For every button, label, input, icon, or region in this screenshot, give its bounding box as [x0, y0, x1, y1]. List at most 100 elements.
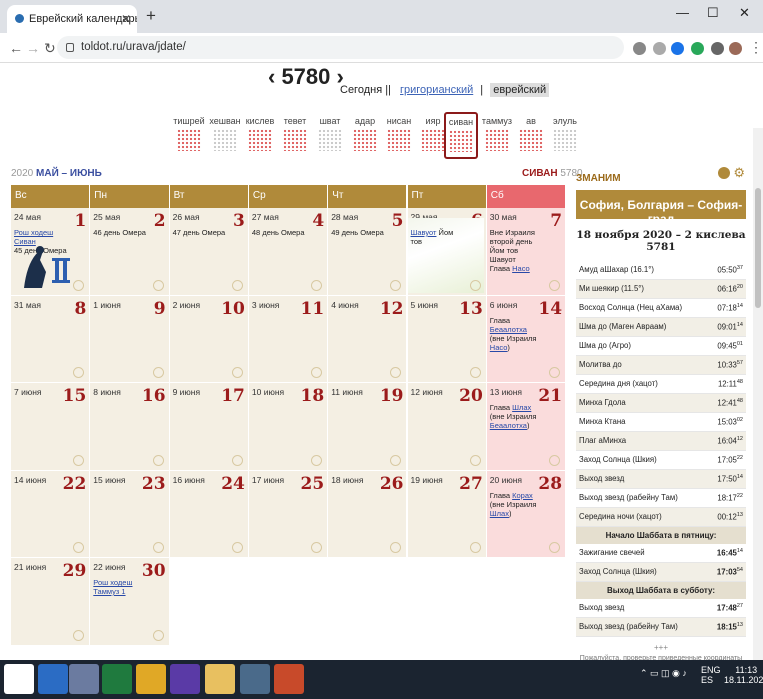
day-cell[interactable]: 4 июня 12 [328, 295, 408, 383]
month-tammuz[interactable]: таммуз [480, 116, 514, 151]
day-cell[interactable]: 25 мая 2 46 день Омера [90, 208, 170, 296]
clock-icon[interactable] [152, 629, 164, 641]
clock-icon[interactable] [311, 367, 323, 378]
month-nisan[interactable]: нисан [382, 116, 416, 151]
settings-app-icon[interactable] [170, 664, 200, 694]
month-av[interactable]: ав [514, 116, 548, 151]
clock[interactable]: 11:1318.11.2020 [724, 665, 763, 685]
translate-icon[interactable] [633, 42, 646, 55]
day-cell[interactable]: 15 июня 23 [90, 470, 170, 558]
tracking-icon[interactable] [653, 42, 666, 55]
year-nav[interactable]: ‹ 5780 › [268, 64, 344, 90]
clock-icon[interactable] [469, 367, 481, 378]
day-cell[interactable]: 20 июня 28 Глава Корах (вне Израиля Шлах) [486, 470, 567, 558]
day-cell[interactable]: 28 мая 5 49 день Омера [328, 208, 408, 296]
extension-icon[interactable] [691, 42, 704, 55]
minimize-icon[interactable]: — [676, 5, 689, 20]
day-cell[interactable]: 26 мая 3 47 день Омера [169, 208, 249, 296]
reload-icon[interactable]: ↻ [44, 40, 56, 57]
clock-icon[interactable] [73, 542, 85, 553]
event-link[interactable]: Шлах [512, 403, 531, 412]
day-cell[interactable]: 3 июня 11 [248, 295, 329, 383]
day-cell[interactable]: 7 июня 15 [11, 383, 91, 471]
forward-icon[interactable]: → [26, 40, 40, 56]
clock-icon[interactable] [311, 454, 323, 466]
menu-icon[interactable]: ⋮ [749, 39, 763, 56]
event-link[interactable]: Корах [512, 491, 533, 500]
clock-icon[interactable] [231, 542, 243, 553]
event-link[interactable]: Насо [512, 264, 530, 273]
month-kislev[interactable]: кислев [243, 116, 277, 151]
clock-icon[interactable] [231, 454, 243, 466]
day-cell[interactable]: 13 июня 21 Глава Шлах (вне Израиля Беаалотх… [486, 383, 567, 471]
clock-icon[interactable] [311, 542, 323, 553]
defender-shield-icon[interactable] [38, 664, 68, 694]
language-indicator[interactable]: ENG ES [701, 665, 721, 685]
font-size-icon[interactable] [718, 167, 730, 179]
url-field[interactable]: toldot.ru/urava/jdate/ [57, 36, 624, 59]
event-link[interactable]: Шавуот [411, 228, 437, 237]
month-elul[interactable]: элуль [548, 116, 582, 151]
maximize-icon[interactable]: ☐ [707, 5, 719, 21]
location-bar[interactable]: София, Болгария – София-град [576, 190, 746, 226]
day-cell[interactable]: 27 мая 4 48 день Омера [248, 208, 329, 296]
month-adar[interactable]: адар [348, 116, 382, 151]
excel-icon[interactable] [102, 664, 132, 694]
day-cell[interactable]: 1 июня 9 [90, 295, 170, 383]
hebrew-link[interactable]: еврейский [490, 83, 550, 97]
page-scrollbar[interactable] [753, 128, 763, 660]
extensions-puzzle-icon[interactable] [711, 42, 724, 55]
today-link[interactable]: Сегодня [340, 84, 382, 96]
clock-icon[interactable] [73, 367, 85, 378]
clock-icon[interactable] [73, 454, 85, 466]
day-cell[interactable]: 24 мая 1 Рош ходеш Сиван 45 день Омера [11, 208, 91, 296]
clock-icon[interactable] [311, 279, 323, 291]
day-cell[interactable]: 19 июня 27 [407, 470, 487, 558]
clock-icon[interactable] [549, 367, 561, 378]
clock-icon[interactable] [549, 454, 561, 466]
close-tab-icon[interactable]: ✕ [121, 12, 131, 26]
clock-icon[interactable] [469, 279, 481, 291]
clock-icon[interactable] [390, 367, 402, 378]
day-cell[interactable]: 29 мая6Шавуот Йом тов [407, 208, 487, 296]
clock-icon[interactable] [469, 542, 481, 553]
clock-icon[interactable] [73, 279, 85, 291]
day-cell[interactable]: 11 июня 19 [328, 383, 408, 471]
clock-icon[interactable] [152, 367, 164, 378]
start-windows-icon[interactable] [4, 664, 34, 694]
event-link[interactable]: Беаалотха [490, 421, 527, 430]
day-cell[interactable]: 22 июня 30 Рош ходеш Таммуз 1 [90, 558, 170, 646]
clock-icon[interactable] [549, 542, 561, 553]
month-heshvan[interactable]: хешван [208, 116, 242, 151]
file-explorer-icon[interactable] [205, 664, 235, 694]
settings-gear-icon[interactable]: ⚙ [733, 165, 745, 181]
month-tishrei[interactable]: тишрей [172, 116, 206, 151]
gregorian-link[interactable]: григорианский [400, 84, 473, 96]
clock-icon[interactable] [549, 279, 561, 291]
app-icon[interactable] [69, 664, 99, 694]
clock-icon[interactable] [469, 454, 481, 466]
clock-icon[interactable] [390, 542, 402, 553]
day-cell[interactable]: 12 июня 20 [407, 383, 487, 471]
powerpoint-icon[interactable] [274, 664, 304, 694]
day-cell[interactable]: 30 мая 7 Вне Израиля второй день Йом тов Ш… [486, 208, 567, 296]
day-cell[interactable]: 17 июня 25 [248, 470, 329, 558]
back-icon[interactable]: ← [9, 40, 23, 56]
event-link[interactable]: Шлах [490, 509, 509, 518]
month-sivan[interactable]: сиван [444, 112, 478, 159]
day-cell[interactable]: 2 июня 10 [169, 295, 249, 383]
clock-icon[interactable] [152, 454, 164, 466]
clock-icon[interactable] [231, 279, 243, 291]
chrome-icon[interactable] [136, 664, 166, 694]
day-cell[interactable]: 8 июня 16 [90, 383, 170, 471]
tray-icons[interactable]: ⌃ ▭ ◫ ◉ ♪ [640, 668, 687, 679]
day-cell[interactable]: 5 июня 13 [407, 295, 487, 383]
clock-icon[interactable] [152, 542, 164, 553]
clock-icon[interactable] [73, 629, 85, 641]
clock-icon[interactable] [390, 279, 402, 291]
day-cell[interactable]: 31 мая 8 [11, 295, 91, 383]
profile-avatar[interactable] [729, 42, 742, 55]
bookmark-star-icon[interactable] [671, 42, 684, 55]
event-link[interactable]: Беаалотха [490, 325, 527, 334]
day-cell[interactable]: 21 июня 29 [11, 558, 91, 646]
